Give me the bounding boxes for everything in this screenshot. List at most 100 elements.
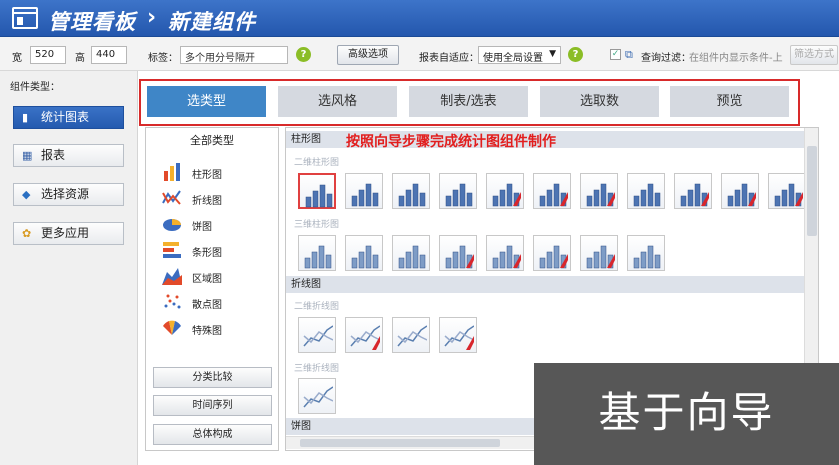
line-chart-style-icon [350,325,380,350]
dropdown-arrow-icon: ▼ [549,49,556,59]
chart-style-thumb[interactable] [392,235,430,271]
sidebar-item-statistic-chart[interactable]: ▮ 统计图表 [13,106,124,129]
column-chart-style-icon [398,245,426,269]
category-label: 散点图 [192,300,222,311]
line-chart-style-icon [444,325,474,350]
tag-input[interactable]: 多个用分号隔开 [180,46,288,64]
chart-style-thumb[interactable] [298,173,336,209]
all-types-header[interactable]: 全部类型 [146,128,278,152]
chart-style-thumb[interactable] [298,317,336,353]
resource-icon: ◆ [22,188,31,201]
height-input[interactable]: 440 [91,46,127,64]
title-bar: 管理看板 › 新建组件 [0,0,839,37]
chart-style-thumb[interactable] [345,235,383,271]
chart-style-thumb[interactable] [392,173,430,209]
chart-style-thumb[interactable] [439,317,477,353]
chart-style-thumb[interactable] [298,235,336,271]
sidebar-item-select-resource[interactable]: ◆ 选择资源 [13,183,124,206]
category-item-area[interactable]: 区域图 [152,264,272,288]
chart-style-thumb[interactable] [580,173,618,209]
column-chart-style-icon [539,245,568,269]
category-label: 区域图 [192,274,222,285]
chart-style-thumb[interactable] [486,173,524,209]
special-chart-icon [163,320,181,335]
step-select-style[interactable]: 选风格 [278,86,397,117]
apps-icon: ✿ [22,227,32,240]
category-item-scatter[interactable]: 散点图 [152,290,272,314]
chart-style-thumb[interactable] [674,173,712,209]
chart-style-thumb[interactable] [392,317,430,353]
query-filter-label: 查询过滤： [641,53,691,64]
query-filter-hint: 在组件内显示条件-上 [689,53,783,64]
fit-label: 报表自适应： [419,53,479,64]
chart-style-thumb[interactable] [486,235,524,271]
group-category-comparison-button[interactable]: 分类比较 [153,367,272,388]
chart-style-thumb[interactable] [439,235,477,271]
step-select-type[interactable]: 选类型 [147,86,266,117]
category-label: 条形图 [192,248,222,259]
line-chart-style-icon [303,325,333,347]
chart-style-thumb[interactable] [533,173,571,209]
sidebar-item-more-apps[interactable]: ✿ 更多应用 [13,222,124,245]
column-chart-style-icon [680,183,709,207]
category-item-column[interactable]: 柱形图 [152,160,272,184]
width-label: 宽 [12,53,22,64]
scatter-chart-icon [164,294,181,309]
help-icon[interactable]: ? [568,47,583,62]
column-chart-style-icon [305,184,333,208]
chart-style-thumb[interactable] [298,378,336,414]
sub-2d-column: 二维柱形图 [294,158,340,168]
step-select-data[interactable]: 选取数 [540,86,659,117]
line-chart-style-icon [303,386,333,408]
category-panel: 全部类型 柱形图 折线图 饼图 条形图 区域图 散点图 特殊图 分类比较 时间序… [145,127,279,451]
scrollbar-thumb[interactable] [300,439,500,447]
category-item-pie[interactable]: 饼图 [152,212,272,236]
step-make-table[interactable]: 制表/选表 [409,86,528,117]
instruction-text: 按照向导步骤完成统计图组件制作 [346,134,556,150]
area-chart-icon [162,268,182,285]
scrollbar-thumb[interactable] [807,146,817,236]
bar-chart-icon [163,242,181,258]
advanced-options-button[interactable]: 高级选项 [337,45,399,65]
column-chart-style-icon [445,245,474,269]
sidebar-item-label: 更多应用 [41,226,90,240]
sidebar-item-label: 选择资源 [41,187,90,201]
overlay-caption: 基于向导 [534,363,839,465]
page-title: 新建组件 [168,10,256,34]
chart-style-thumb[interactable] [580,235,618,271]
sidebar-item-label: 报表 [41,148,66,162]
column-chart-style-icon [492,245,521,269]
query-filter-checkbox[interactable]: ✓ [610,49,621,60]
fit-select[interactable]: 使用全局设置 ▼ [478,46,561,64]
chart-style-thumb[interactable] [345,317,383,353]
chart-style-thumb[interactable] [627,235,665,271]
chart-style-thumb[interactable] [627,173,665,209]
category-item-bar[interactable]: 条形图 [152,238,272,262]
column-chart-style-icon [586,245,615,269]
line-chart-style-icon [397,325,427,347]
help-icon[interactable]: ? [296,47,311,62]
filter-mode-button[interactable]: 筛选方式 [790,45,838,65]
chart-style-thumb[interactable] [345,173,383,209]
chart-style-thumb[interactable] [768,173,806,209]
chart-icon: ▮ [22,111,29,124]
chart-style-thumb[interactable] [721,173,759,209]
horizontal-scrollbar[interactable] [286,436,536,449]
category-item-line[interactable]: 折线图 [152,186,272,210]
pie-chart-icon [163,219,181,231]
toolbar: 宽 520 高 440 标签： 多个用分号隔开 ? 高级选项 报表自适应： 使用… [0,37,839,71]
column-chart-style-icon [539,183,568,207]
group-overall-composition-button[interactable]: 总体构成 [153,424,272,445]
chart-style-thumb[interactable] [533,235,571,271]
chart-style-thumb[interactable] [439,173,477,209]
wizard-steps: 选类型 选风格 制表/选表 选取数 预览 [139,79,800,126]
breadcrumb-separator: › [147,5,157,30]
column-chart-icon [164,163,180,181]
step-preview[interactable]: 预览 [670,86,789,117]
width-input[interactable]: 520 [30,46,66,64]
column-chart-style-icon [727,183,756,207]
group-time-series-button[interactable]: 时间序列 [153,395,272,416]
category-item-special[interactable]: 特殊图 [152,316,272,340]
column-chart-style-icon [445,183,473,207]
sidebar-item-report[interactable]: ▦ 报表 [13,144,124,167]
